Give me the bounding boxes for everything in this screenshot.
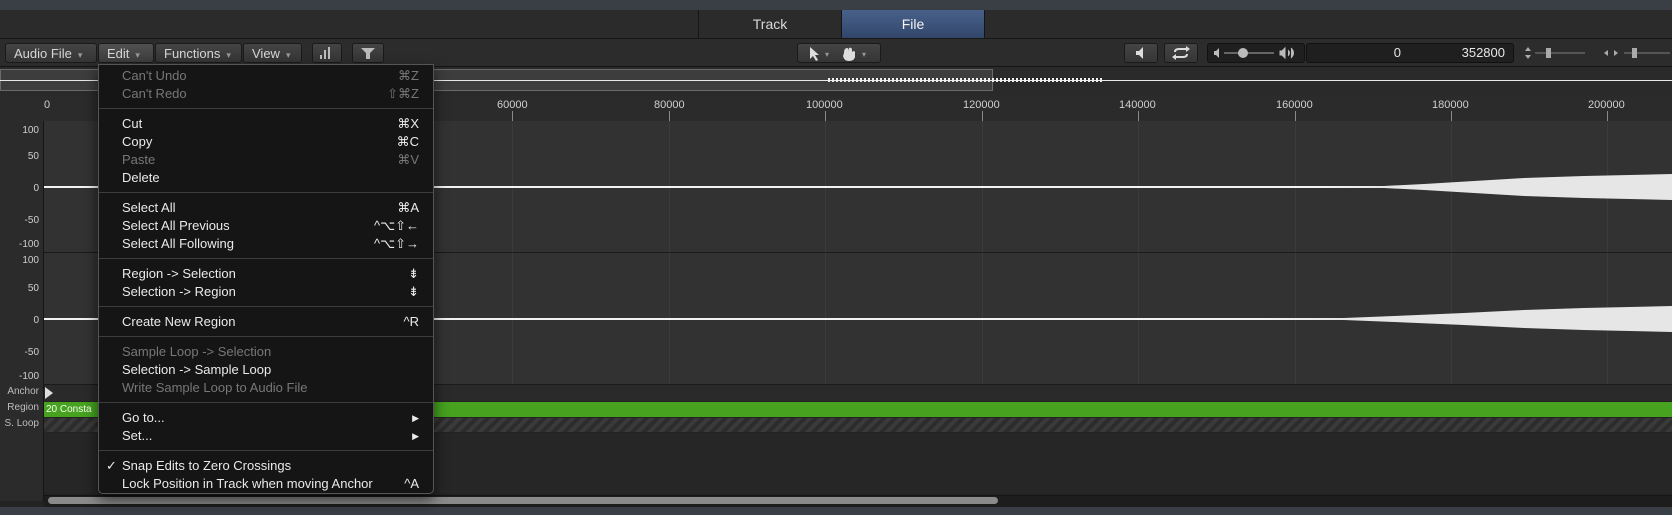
ruler-tick-label: 100000 bbox=[806, 99, 843, 111]
tab-track[interactable]: Track bbox=[698, 10, 842, 38]
ruler-tick-label: 0 bbox=[44, 99, 51, 111]
amp-label: 100 bbox=[22, 125, 39, 136]
menu-item-delete[interactable]: Delete bbox=[99, 169, 433, 187]
chevron-down-icon: ▾ bbox=[226, 50, 231, 60]
checkmark-icon: ✓ bbox=[106, 458, 117, 473]
menu-item-write-sample-loop: Write Sample Loop to Audio File bbox=[122, 380, 308, 395]
waveform-peaks bbox=[1264, 306, 1672, 332]
chevron-down-icon: ▾ bbox=[285, 50, 291, 60]
tool-menu[interactable]: ▾ ▾ bbox=[797, 43, 881, 63]
preview-button[interactable] bbox=[1124, 43, 1158, 63]
amp-label: 0 bbox=[33, 183, 39, 194]
region-name: 20 Consta bbox=[46, 404, 92, 415]
menu-item-go-to[interactable]: Go to... ▶ bbox=[99, 409, 433, 427]
view-label: View bbox=[252, 46, 280, 61]
menu-item-cut[interactable]: Cut ⌘X bbox=[99, 115, 433, 133]
pointer-tool-icon bbox=[810, 47, 819, 61]
ruler-tick-label: 180000 bbox=[1432, 99, 1469, 111]
functions-menu[interactable]: Functions ▾ bbox=[155, 43, 242, 63]
menu-item-copy[interactable]: Copy ⌘C bbox=[99, 133, 433, 151]
amp-label: 0 bbox=[33, 315, 39, 326]
menu-item-lock-position[interactable]: Lock Position in Track when moving Ancho… bbox=[99, 475, 433, 493]
volume-slider-icon bbox=[1214, 46, 1294, 60]
overview-waveform-peaks bbox=[828, 78, 1102, 82]
menu-item-selection-to-sample-loop[interactable]: Selection -> Sample Loop bbox=[99, 361, 433, 379]
functions-label: Functions bbox=[164, 46, 221, 61]
ruler-tick-label: 160000 bbox=[1276, 99, 1313, 111]
amp-label: 50 bbox=[27, 151, 39, 162]
amp-label: -50 bbox=[24, 215, 39, 226]
tab-file[interactable]: File bbox=[841, 10, 985, 38]
tool-icons: ▾ ▾ bbox=[810, 47, 866, 61]
lane-label-anchor: Anchor bbox=[7, 386, 39, 397]
view-menu[interactable]: View ▾ bbox=[243, 43, 302, 63]
ruler-tick-label: 200000 bbox=[1588, 99, 1625, 111]
amp-label: 50 bbox=[27, 283, 39, 294]
submenu-arrow-icon: ▶ bbox=[412, 413, 419, 423]
volume-control[interactable] bbox=[1207, 43, 1305, 63]
menu-item-cant-undo: Can't Undo ⌘Z bbox=[122, 68, 419, 83]
ruler-tick-label: 80000 bbox=[654, 99, 685, 111]
amp-label: -100 bbox=[18, 371, 39, 382]
menu-item-region-to-selection[interactable]: Region -> Selection ⇟ bbox=[99, 265, 433, 283]
amp-label: -50 bbox=[24, 347, 39, 358]
ruler-tick-label: 140000 bbox=[1119, 99, 1156, 111]
speaker-icon bbox=[1136, 47, 1143, 59]
position-display[interactable]: 0 352800 bbox=[1306, 43, 1514, 63]
menu-item-select-all-following[interactable]: Select All Following ^⌥⇧→ bbox=[99, 235, 433, 253]
chevron-down-icon: ▾ bbox=[77, 50, 83, 60]
amplitude-scale: 100 50 0 -50 -100 100 50 0 -50 -100 Anch… bbox=[0, 121, 44, 501]
zoom-controls[interactable] bbox=[1520, 43, 1670, 63]
anchor-marker-icon[interactable] bbox=[44, 386, 56, 400]
svg-text:▾: ▾ bbox=[825, 50, 829, 59]
transient-button[interactable] bbox=[312, 43, 342, 63]
chevron-down-icon: ▾ bbox=[135, 50, 140, 60]
menu-item-select-all-previous[interactable]: Select All Previous ^⌥⇧← bbox=[99, 217, 433, 235]
filter-button[interactable] bbox=[352, 43, 384, 63]
audio-file-menu[interactable]: Audio File ▾ bbox=[5, 43, 97, 63]
filter-icon bbox=[361, 48, 375, 59]
position-start: 0 bbox=[1393, 45, 1401, 60]
amp-label: -100 bbox=[18, 239, 39, 250]
toolbar: Audio File ▾ Edit ▾ Functions ▾ View ▾ ▾ ▾ bbox=[0, 39, 1672, 67]
hand-tool-icon bbox=[843, 47, 855, 61]
waveform-peaks bbox=[1324, 174, 1672, 200]
window-bottom-edge bbox=[0, 507, 1672, 515]
edit-dropdown-menu: Can't Undo ⌘Z Can't Redo ⇧⌘Z Cut ⌘X Copy ⌘C … bbox=[98, 64, 434, 494]
zoom-stepper-icon bbox=[1525, 47, 1670, 59]
tab-bar: Track File bbox=[0, 10, 1672, 39]
ruler-tick-label: 120000 bbox=[963, 99, 1000, 111]
audio-file-label: Audio File bbox=[14, 46, 72, 61]
menu-item-cant-redo: Can't Redo ⇧⌘Z bbox=[122, 86, 419, 101]
menu-item-set[interactable]: Set... ▶ bbox=[99, 427, 433, 445]
lane-label-sloop: S. Loop bbox=[4, 418, 39, 429]
cycle-button[interactable] bbox=[1164, 43, 1198, 63]
scrollbar-thumb[interactable] bbox=[48, 497, 998, 504]
svg-text:▾: ▾ bbox=[862, 50, 866, 59]
menu-item-paste: Paste ⌘V bbox=[122, 152, 419, 167]
menu-item-create-new-region[interactable]: Create New Region ^R bbox=[99, 313, 433, 331]
transient-icon bbox=[320, 47, 330, 59]
lane-label-region: Region bbox=[7, 402, 39, 413]
menu-item-sample-loop-to-selection: Sample Loop -> Selection bbox=[122, 344, 272, 359]
ruler-tick-label: 60000 bbox=[497, 99, 528, 111]
edit-menu[interactable]: Edit ▾ bbox=[98, 43, 154, 63]
menu-item-selection-to-region[interactable]: Selection -> Region ⇟ bbox=[99, 283, 433, 301]
position-end: 352800 bbox=[1461, 45, 1505, 60]
edit-label: Edit bbox=[107, 46, 130, 61]
amp-label: 100 bbox=[22, 255, 39, 266]
cycle-icon bbox=[1172, 46, 1190, 60]
menu-item-select-all[interactable]: Select All ⌘A bbox=[99, 199, 433, 217]
menu-item-snap-zero-crossings[interactable]: ✓ Snap Edits to Zero Crossings bbox=[99, 457, 433, 475]
submenu-arrow-icon: ▶ bbox=[412, 431, 419, 441]
